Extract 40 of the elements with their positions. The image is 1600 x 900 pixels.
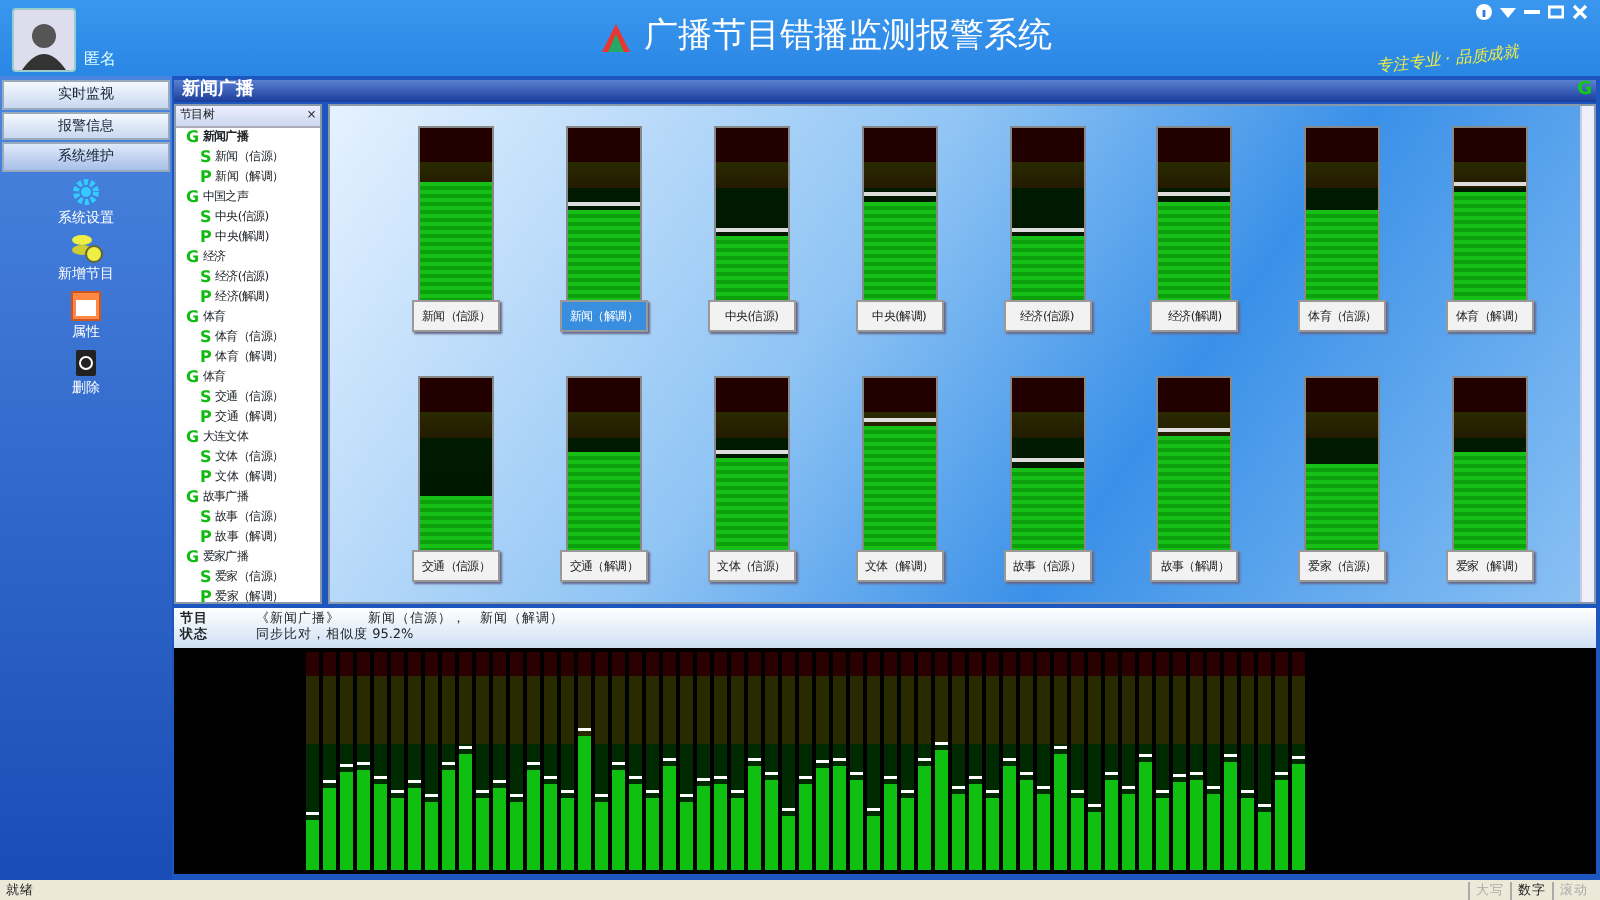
channel-tag: P <box>200 408 212 428</box>
channel-tag: P <box>200 588 212 602</box>
close-icon[interactable] <box>1572 4 1588 20</box>
channel-tag: S <box>200 568 211 588</box>
panel-letter: G <box>1577 77 1594 104</box>
coins-icon[interactable] <box>68 232 104 264</box>
dropdown-icon[interactable] <box>1500 4 1516 20</box>
channel-tag: P <box>200 348 212 368</box>
app-title: 广播节目错播监测报警系统 <box>644 14 1052 60</box>
channel-tag: S <box>200 448 211 468</box>
logo-icon <box>600 21 632 54</box>
group-tag: G <box>186 548 199 568</box>
user-name: 匿名 <box>84 48 116 72</box>
channel-tag: S <box>200 388 211 408</box>
channel-tag: P <box>200 468 212 488</box>
avatar-icon <box>12 8 76 72</box>
maximize-icon[interactable] <box>1548 4 1564 20</box>
group-tag: G <box>186 368 199 388</box>
channel-tag: P <box>200 228 212 248</box>
panel-title: 新闻广播 <box>182 77 254 104</box>
group-tag: G <box>186 188 199 208</box>
info-icon[interactable] <box>1476 4 1492 20</box>
slogan: 专注专业 · 品质成就 <box>1375 40 1521 80</box>
group-tag: G <box>186 248 199 268</box>
calendar-icon[interactable] <box>68 289 104 321</box>
minimize-icon[interactable] <box>1524 4 1540 20</box>
channel-tag: S <box>200 208 211 228</box>
channel-tag: S <box>200 268 211 288</box>
group-tag: G <box>186 488 199 508</box>
scrollbar[interactable] <box>1580 106 1594 602</box>
group-tag: G <box>186 128 199 148</box>
gear-icon[interactable] <box>68 175 104 207</box>
channel-tag: S <box>200 148 211 168</box>
channel-tag: P <box>200 528 212 548</box>
channel-tag: S <box>200 508 211 528</box>
channel-tag: P <box>200 168 212 188</box>
channel-tag: S <box>200 328 211 348</box>
group-tag: G <box>186 428 199 448</box>
channel-tag: P <box>200 288 212 308</box>
group-tag: G <box>186 308 199 328</box>
